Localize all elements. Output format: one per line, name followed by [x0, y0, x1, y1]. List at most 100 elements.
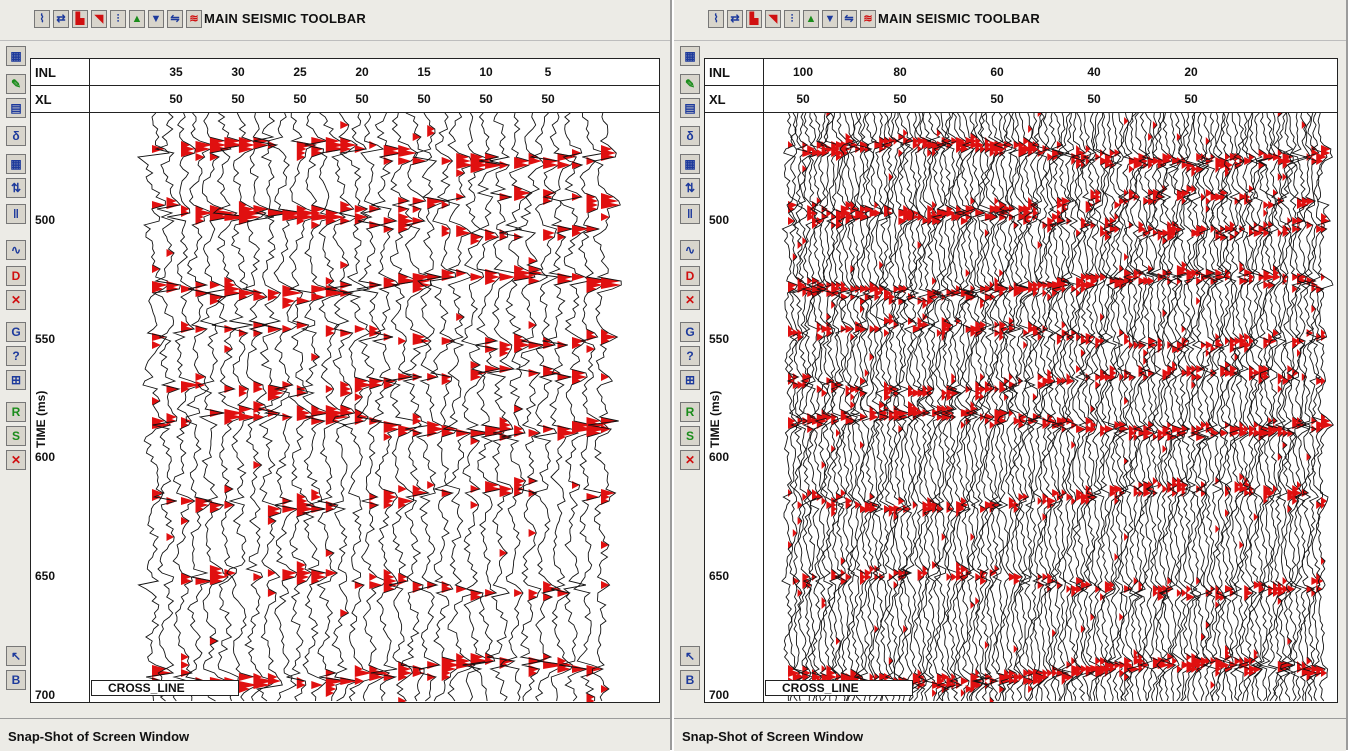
traces-icon[interactable]: ⫶ [784, 10, 800, 28]
trace-fill [528, 153, 545, 677]
cross-line-legend: CROSS_LINE [91, 680, 239, 696]
ticks-icon[interactable]: ‖ [6, 204, 26, 224]
status-text: Snap-Shot of Screen Window [8, 729, 190, 744]
inl-tick-label: 30 [231, 65, 245, 79]
red-arrow-icon[interactable]: ◥ [765, 10, 781, 28]
trace-wiggle [1158, 113, 1181, 702]
split-icon[interactable]: ⊞ [680, 370, 700, 390]
xl-tick-label: 50 [893, 92, 907, 106]
crossline-header-row: XL 50 50 50 50 50 [705, 86, 1337, 113]
g-icon[interactable]: G [680, 322, 700, 342]
cross-line-legend: CROSS_LINE [765, 680, 913, 696]
xl-tick-label: 50 [796, 92, 810, 106]
toolbar-icons: ⌇ ⇄ ▙ ◥ ⫶ ▲ ▼ ⇋ ≋ [708, 10, 876, 28]
trace-wiggle [1251, 113, 1271, 702]
swap-icon[interactable]: ⇋ [167, 10, 183, 28]
x-trace-icon[interactable]: ✕ [6, 290, 26, 310]
sort-icon[interactable]: ⇅ [6, 178, 26, 198]
seismic-section-plot[interactable]: INL 35 30 25 20 15 10 5 XL 50 50 50 50 50 50 50 CROS… [30, 58, 660, 703]
crossline-header-row: XL 50 50 50 50 50 50 50 [31, 86, 659, 113]
b-icon[interactable]: B [6, 670, 26, 690]
chart-icon[interactable]: ▲ [129, 10, 145, 28]
trace-area[interactable] [89, 113, 659, 702]
plot-icon[interactable]: ▦ [6, 46, 26, 66]
split-icon[interactable]: ⊞ [6, 370, 26, 390]
cursor-icon[interactable]: ↖ [6, 646, 26, 666]
trace-wiggle [1258, 113, 1280, 702]
b-icon[interactable]: B [680, 670, 700, 690]
seismic-section-plot[interactable]: INL 100 80 60 40 20 XL 50 50 50 50 50 CROSS_LINE… [704, 58, 1338, 703]
traces-icon[interactable]: ⫶ [110, 10, 126, 28]
wavelet-icon[interactable]: ∿ [6, 240, 26, 260]
inl-tick-label: 60 [990, 65, 1004, 79]
x-trace-icon[interactable]: ✕ [680, 290, 700, 310]
color-fill-icon[interactable]: ▼ [148, 10, 164, 28]
seismic-window-right: ⌇ ⇄ ▙ ◥ ⫶ ▲ ▼ ⇋ ≋ MAIN SEISMIC TOOLBAR ▦… [674, 0, 1348, 751]
wavelet-icon[interactable]: ∿ [680, 240, 700, 260]
trace-fill [869, 209, 884, 685]
flip-icon[interactable]: ⇄ [53, 10, 69, 28]
wiggle-icon[interactable]: ⌇ [708, 10, 724, 28]
trace-wiggle [486, 113, 516, 702]
question-icon[interactable]: ? [680, 346, 700, 366]
colorbar-icon[interactable]: ▤ [6, 98, 26, 118]
xl-tick-label: 50 [990, 92, 1004, 106]
r-icon[interactable]: R [6, 402, 26, 422]
d-icon[interactable]: D [680, 266, 700, 286]
dtdx-icon[interactable]: δ [6, 126, 26, 146]
trace-wiggle [1315, 113, 1334, 702]
toolbar-icons: ⌇ ⇄ ▙ ◥ ⫶ ▲ ▼ ⇋ ≋ [34, 10, 202, 28]
main-seismic-toolbar: ⌇ ⇄ ▙ ◥ ⫶ ▲ ▼ ⇋ ≋ MAIN SEISMIC TOOLBAR [674, 0, 1346, 41]
flip-icon[interactable]: ⇄ [727, 10, 743, 28]
cross-icon[interactable]: ✕ [680, 450, 700, 470]
time-axis-label: TIME (ms) [34, 390, 48, 448]
g-icon[interactable]: G [6, 322, 26, 342]
inline-header-row: INL 100 80 60 40 20 [705, 59, 1337, 86]
cursor-icon[interactable]: ↖ [680, 646, 700, 666]
d-icon[interactable]: D [6, 266, 26, 286]
inl-tick-label: 10 [479, 65, 493, 79]
time-tick-label: 700 [709, 687, 730, 702]
grid-icon[interactable]: ▦ [6, 154, 26, 174]
chart-icon[interactable]: ▲ [803, 10, 819, 28]
toolbar-title: MAIN SEISMIC TOOLBAR [204, 11, 366, 26]
sort-icon[interactable]: ⇅ [680, 178, 700, 198]
palette-icon[interactable]: ≋ [860, 10, 876, 28]
ticks-icon[interactable]: ‖ [680, 204, 700, 224]
s-icon[interactable]: S [680, 426, 700, 446]
xl-tick-label: 50 [541, 92, 555, 106]
r-icon[interactable]: R [680, 402, 700, 422]
red-fill-icon[interactable]: ▙ [746, 10, 762, 28]
inl-tick-label: 5 [544, 65, 552, 79]
inl-tick-label: 40 [1087, 65, 1101, 79]
red-fill-icon[interactable]: ▙ [72, 10, 88, 28]
swap-icon[interactable]: ⇋ [841, 10, 857, 28]
pencil-icon[interactable]: ✎ [6, 74, 26, 94]
xl-tick-label: 50 [479, 92, 493, 106]
pencil-icon[interactable]: ✎ [680, 74, 700, 94]
s-icon[interactable]: S [6, 426, 26, 446]
color-fill-icon[interactable]: ▼ [822, 10, 838, 28]
status-bar: Snap-Shot of Screen Window [0, 718, 670, 751]
seismic-traces [136, 113, 622, 702]
trace-wiggle [370, 113, 403, 702]
dtdx-icon[interactable]: δ [680, 126, 700, 146]
time-tick-label: 500 [35, 212, 56, 227]
palette-icon[interactable]: ≋ [186, 10, 202, 28]
colorbar-icon[interactable]: ▤ [680, 98, 700, 118]
inl-label: INL [709, 65, 730, 80]
cross-icon[interactable]: ✕ [6, 450, 26, 470]
trace-area[interactable] [763, 113, 1337, 702]
time-tick-label: 650 [35, 569, 56, 584]
plot-icon[interactable]: ▦ [680, 46, 700, 66]
inl-tick-label: 100 [792, 65, 814, 79]
wiggle-icon[interactable]: ⌇ [34, 10, 50, 28]
red-arrow-icon[interactable]: ◥ [91, 10, 107, 28]
inl-tick-label: 20 [1184, 65, 1198, 79]
grid-icon[interactable]: ▦ [680, 154, 700, 174]
xl-tick-label: 50 [169, 92, 183, 106]
inl-tick-label: 35 [169, 65, 183, 79]
question-icon[interactable]: ? [6, 346, 26, 366]
status-bar: Snap-Shot of Screen Window [674, 718, 1346, 751]
time-tick-label: 600 [35, 450, 56, 465]
